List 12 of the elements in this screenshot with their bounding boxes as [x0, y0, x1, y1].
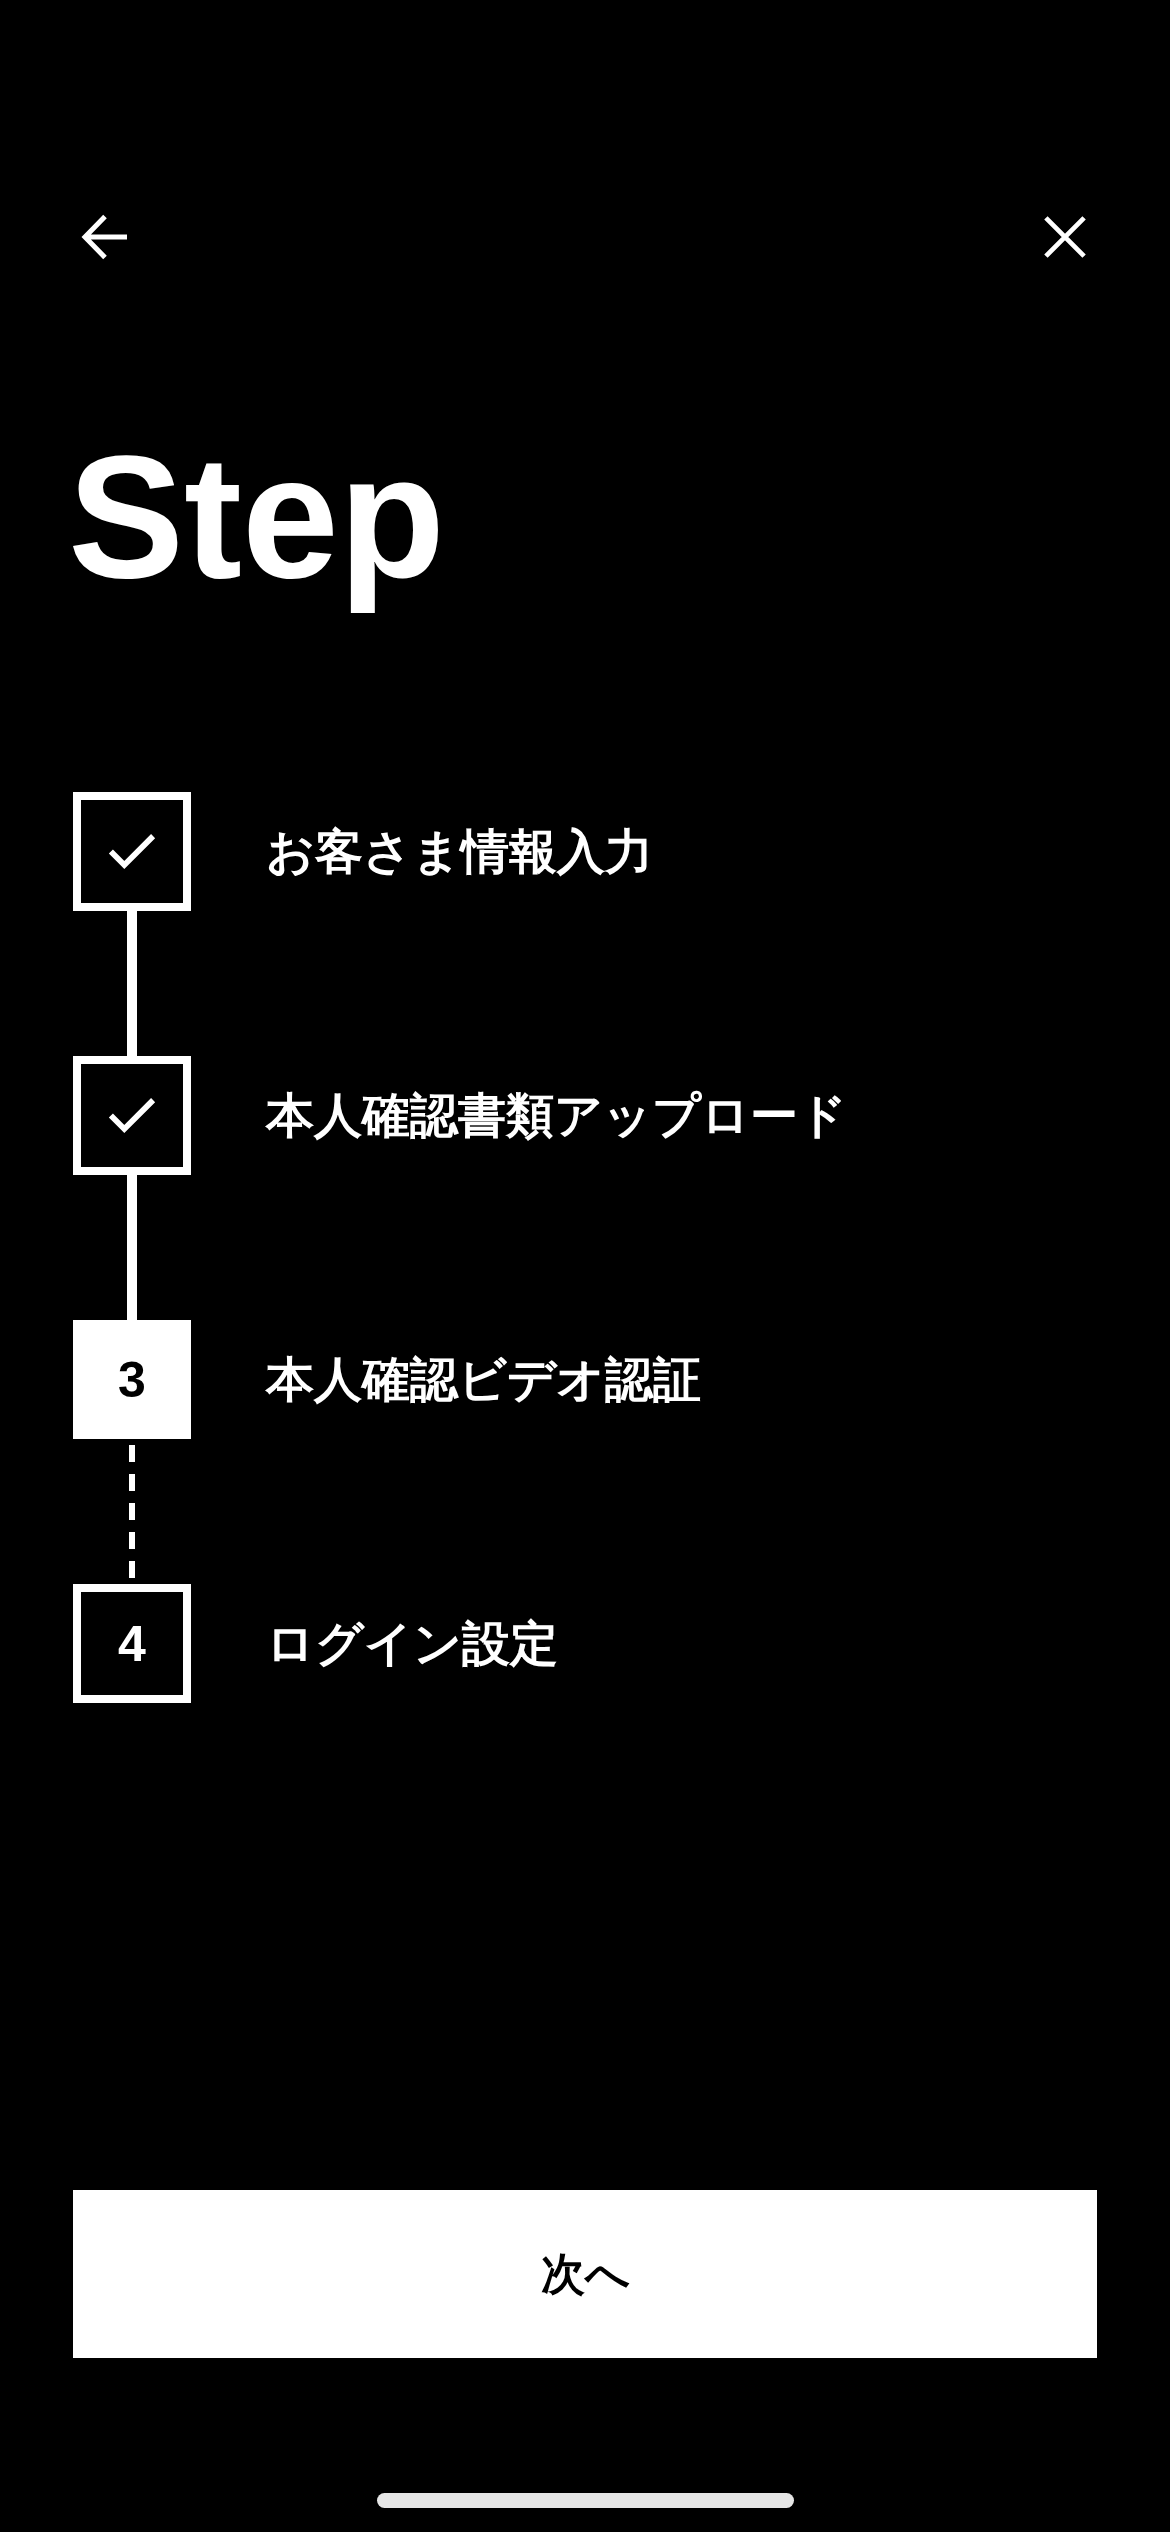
step-label: 本人確認ビデオ認証: [266, 1351, 701, 1408]
page-title: Step: [68, 418, 446, 616]
step-indicator: 3: [73, 1320, 191, 1440]
close-icon[interactable]: [1044, 216, 1086, 258]
checkmark-icon: [108, 1097, 156, 1135]
checkmark-icon: [108, 833, 156, 871]
back-icon[interactable]: [81, 213, 129, 261]
step-label: 本人確認書類アップロード: [266, 1087, 847, 1144]
step-label: ログイン設定: [266, 1615, 558, 1672]
next-button[interactable]: 次へ: [73, 2190, 1097, 2358]
step-label: お客さま情報入力: [266, 823, 653, 880]
step-indicator: 4: [73, 1584, 191, 1704]
